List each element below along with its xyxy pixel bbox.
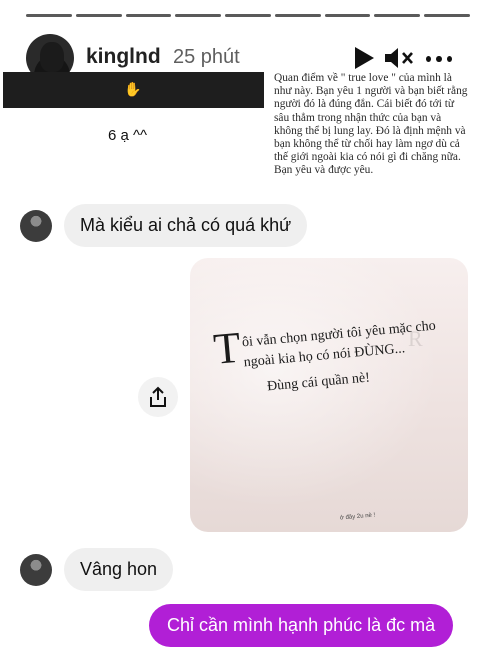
mute-icon[interactable] (384, 45, 414, 71)
sender-avatar[interactable] (20, 209, 52, 242)
more-icon[interactable] (426, 56, 452, 62)
story-time-ago: 25 phút (173, 46, 240, 68)
incoming-message-row: Vâng hon (20, 548, 174, 591)
progress-segment (374, 14, 421, 17)
progress-segment (424, 14, 471, 17)
progress-segment (175, 14, 222, 17)
progress-segment (324, 14, 371, 17)
play-icon[interactable] (353, 46, 375, 70)
story-progress-bar (26, 14, 471, 17)
shared-photo[interactable]: R T ôi vẫn chọn người tôi yêu mặc cho ng… (190, 258, 468, 532)
hand-icon: ✋ (124, 81, 142, 97)
quote-dropcap: T (211, 322, 243, 374)
story-reply-text: 6 ạ ^^ (108, 127, 148, 144)
share-button[interactable] (138, 377, 178, 417)
progress-segment (75, 14, 122, 17)
outgoing-message-row: Chỉ cần mình hạnh phúc là đc mà (149, 604, 454, 647)
sender-avatar[interactable] (20, 553, 52, 586)
share-icon (150, 386, 166, 407)
story-username[interactable]: kinglnd (86, 45, 161, 69)
incoming-message-row: Mà kiểu ai chả có quá khứ (20, 204, 308, 247)
progress-segment (274, 14, 321, 17)
outgoing-message-bubble[interactable]: Chỉ cần mình hạnh phúc là đc mà (149, 604, 454, 647)
incoming-message-bubble[interactable]: Mà kiểu ai chả có quá khứ (64, 204, 308, 247)
story-note-text: Quan điểm về " true love " của mình là n… (274, 72, 468, 177)
incoming-message-bubble[interactable]: Vâng hon (64, 548, 174, 591)
progress-segment (26, 14, 72, 17)
progress-segment (125, 14, 172, 17)
progress-segment (225, 14, 271, 17)
